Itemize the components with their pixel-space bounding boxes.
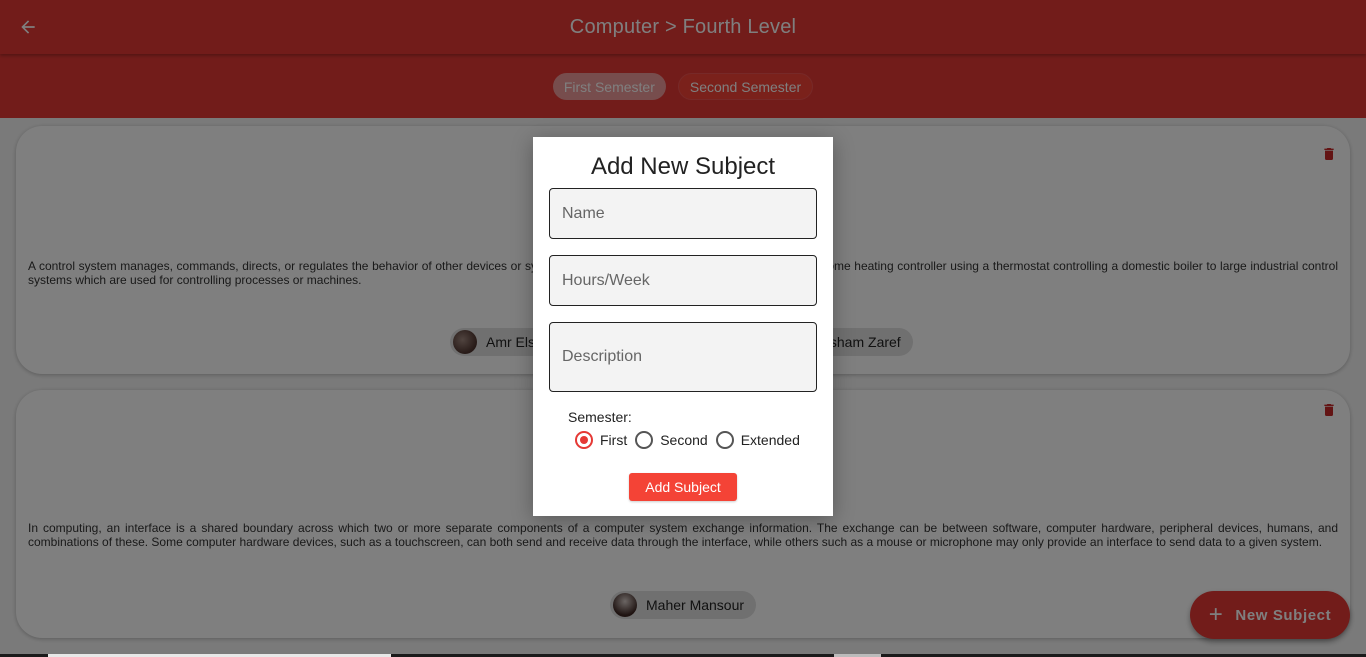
add-subject-button[interactable]: Add Subject (629, 473, 737, 501)
semester-label: Semester: (568, 409, 632, 425)
add-subject-dialog: Add New Subject Semester: First Second E… (533, 137, 833, 516)
description-input[interactable] (562, 348, 804, 366)
hours-field[interactable] (549, 255, 817, 306)
name-input[interactable] (562, 204, 804, 223)
radio-label: Second (660, 432, 708, 448)
semester-radio-group: First Second Extended (575, 431, 808, 449)
radio-checked-icon (575, 431, 593, 449)
radio-label: Extended (740, 432, 800, 448)
radio-unchecked-icon (715, 431, 734, 449)
radio-unchecked-icon (635, 431, 654, 449)
radio-label: First (600, 432, 628, 448)
dialog-title: Add New Subject (590, 153, 776, 180)
hours-input[interactable] (562, 271, 804, 290)
name-field[interactable] (549, 188, 817, 239)
semester-radio-extended[interactable]: Extended (715, 431, 800, 449)
semester-radio-second[interactable]: Second (635, 431, 708, 449)
description-field[interactable] (549, 322, 817, 392)
semester-radio-first[interactable]: First (575, 431, 627, 449)
